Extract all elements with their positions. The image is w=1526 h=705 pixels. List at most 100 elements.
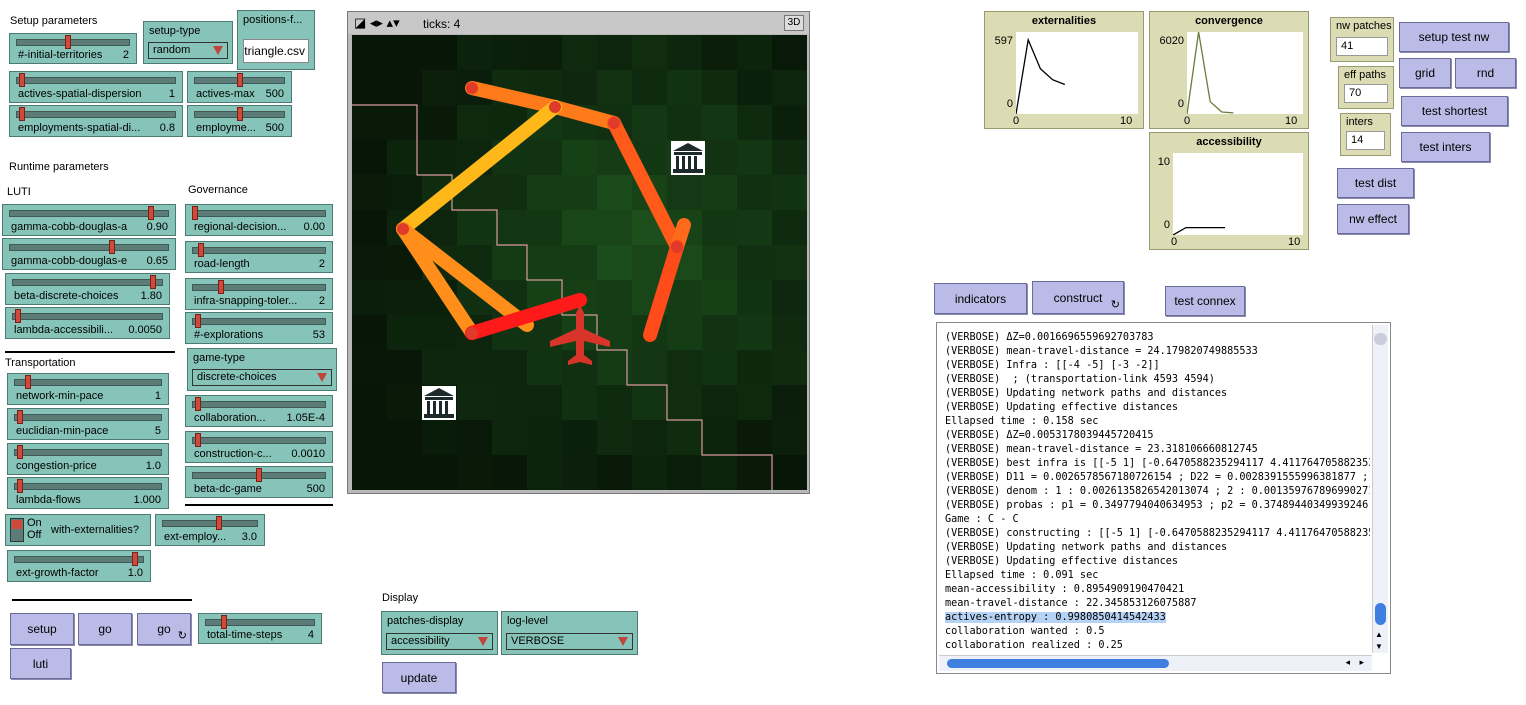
network-min-pace-slider[interactable]: network-min-pace 1: [7, 373, 169, 405]
slider-thumb[interactable]: [147, 206, 154, 220]
output-log[interactable]: (VERBOSE) ΔZ=0.0016696559692703783 (VERBO…: [936, 322, 1391, 674]
with-externalities-switch[interactable]: On Off with-externalities?: [5, 514, 151, 546]
patch: [702, 385, 738, 421]
slider-thumb[interactable]: [236, 73, 243, 87]
chooser-box[interactable]: discrete-choices: [192, 369, 332, 386]
slider-thumb[interactable]: [194, 314, 201, 328]
beta-dc-game-slider[interactable]: beta-dc-game 500: [185, 466, 333, 498]
positions-file-field[interactable]: triangle.csv: [243, 39, 309, 63]
scroll-right-arrow-icon[interactable]: ▸: [1359, 657, 1364, 668]
slider-thumb[interactable]: [149, 275, 156, 289]
employments-spatial-dispersion-slider[interactable]: employments-spatial-di... 0.8: [9, 105, 183, 137]
test-connex-button[interactable]: test connex: [1165, 286, 1245, 316]
slider-value: 0.00: [303, 221, 325, 233]
positions-file-input[interactable]: positions-f... triangle.csv: [237, 10, 315, 70]
initial-territories-slider[interactable]: #-initial-territories 2: [9, 33, 137, 64]
vertical-scrollbar[interactable]: ▲ ▼: [1372, 325, 1388, 653]
patch: [667, 455, 703, 491]
world-canvas[interactable]: [352, 35, 808, 491]
setup-type-chooser[interactable]: setup-type random: [143, 21, 233, 64]
slider-thumb[interactable]: [236, 107, 243, 121]
slider-thumb[interactable]: [194, 397, 201, 411]
three-d-button[interactable]: 3D: [784, 15, 804, 31]
test-dist-button[interactable]: test dist: [1337, 168, 1414, 198]
scroll-down-arrow-icon[interactable]: ▼: [1375, 642, 1383, 651]
actives-max-slider[interactable]: actives-max 500: [187, 71, 292, 103]
scroll-thumb[interactable]: [947, 659, 1169, 668]
update-button[interactable]: update: [382, 662, 456, 693]
slider-thumb[interactable]: [256, 468, 262, 482]
test-inters-button[interactable]: test inters: [1401, 132, 1490, 162]
rnd-button[interactable]: rnd: [1455, 58, 1516, 88]
plot-svg: [1186, 31, 1234, 115]
horizontal-scrollbar[interactable]: ◂ ▸: [939, 655, 1372, 671]
employments-max-slider[interactable]: employme... 500: [187, 105, 292, 137]
beta-discrete-choices-slider[interactable]: beta-discrete-choices 1.80: [5, 273, 170, 305]
setup-button[interactable]: setup: [10, 613, 74, 645]
scroll-left-arrow-icon[interactable]: ◂: [1345, 657, 1350, 668]
road-length-slider[interactable]: road-length 2: [185, 241, 333, 273]
slider-thumb[interactable]: [198, 243, 205, 257]
view-controls-icon[interactable]: ◪ ◂▸ ▴▾: [354, 15, 400, 31]
total-time-steps-slider[interactable]: total-time-steps 4: [198, 613, 322, 644]
lambda-accessibility-slider[interactable]: lambda-accessibili... 0.0050: [5, 307, 170, 339]
plot-ymin: 0: [1177, 98, 1184, 110]
slider-thumb[interactable]: [19, 73, 26, 87]
nw-effect-button[interactable]: nw effect: [1337, 204, 1409, 234]
slider-thumb[interactable]: [14, 309, 21, 323]
button-label: setup test nw: [1418, 30, 1490, 44]
chooser-box[interactable]: accessibility: [386, 633, 493, 650]
slider-thumb[interactable]: [16, 479, 23, 493]
chooser-title: game-type: [193, 352, 245, 364]
actives-spatial-dispersion-slider[interactable]: actives-spatial-dispersion 1: [9, 71, 183, 103]
test-shortest-button[interactable]: test shortest: [1401, 96, 1508, 126]
gamma-cobb-douglas-e-slider[interactable]: gamma-cobb-douglas-e 0.65: [2, 238, 176, 270]
scroll-thumb[interactable]: [1375, 603, 1386, 625]
slider-thumb[interactable]: [194, 433, 201, 447]
grid-button[interactable]: grid: [1399, 58, 1451, 88]
euclidian-min-pace-slider[interactable]: euclidian-min-pace 5: [7, 408, 169, 440]
slider-thumb[interactable]: [109, 240, 116, 254]
switch-track[interactable]: [10, 518, 24, 542]
ext-employ-slider[interactable]: ext-employ... 3.0: [155, 514, 265, 546]
slider-thumb[interactable]: [131, 552, 138, 566]
slider-thumb[interactable]: [216, 516, 222, 530]
luti-button[interactable]: luti: [10, 648, 71, 679]
congestion-price-slider[interactable]: congestion-price 1.0: [7, 443, 169, 475]
go-button[interactable]: go: [78, 613, 132, 645]
slider-thumb[interactable]: [64, 35, 71, 49]
patches-display-chooser[interactable]: patches-display accessibility: [381, 611, 498, 655]
patch: [352, 385, 388, 421]
slider-thumb[interactable]: [192, 206, 198, 220]
setup-test-nw-button[interactable]: setup test nw: [1399, 22, 1509, 52]
collaboration-slider[interactable]: collaboration... 1.05E-4: [185, 395, 333, 427]
patch: [702, 35, 738, 71]
infra-snapping-tolerance-slider[interactable]: infra-snapping-toler... 2: [185, 278, 333, 310]
explorations-slider[interactable]: #-explorations 53: [185, 312, 333, 344]
go-forever-button[interactable]: go ↻: [137, 613, 191, 645]
construct-button[interactable]: construct ↻: [1032, 281, 1124, 314]
switch-on-label: On: [27, 517, 42, 529]
slider-thumb[interactable]: [16, 410, 23, 424]
regional-decision-slider[interactable]: regional-decision... 0.00: [185, 204, 333, 236]
lambda-flows-slider[interactable]: lambda-flows 1.000: [7, 477, 169, 509]
slider-thumb[interactable]: [25, 375, 32, 389]
scroll-up-arrow-icon[interactable]: ▲: [1375, 630, 1383, 639]
patch: [702, 175, 738, 211]
slider-thumb[interactable]: [217, 280, 224, 294]
gamma-cobb-douglas-a-slider[interactable]: gamma-cobb-douglas-a 0.90: [2, 204, 176, 236]
patch: [667, 70, 703, 106]
slider-thumb[interactable]: [220, 615, 227, 629]
game-type-chooser[interactable]: game-type discrete-choices: [187, 348, 337, 391]
construction-cost-slider[interactable]: construction-c... 0.0010: [185, 431, 333, 463]
slider-thumb[interactable]: [16, 445, 23, 459]
view-toolbar: ◪ ◂▸ ▴▾ ticks: 4 3D: [348, 12, 809, 34]
ext-growth-factor-slider[interactable]: ext-growth-factor 1.0: [7, 550, 151, 582]
chooser-box[interactable]: random: [148, 42, 228, 59]
log-line: (VERBOSE) probas : p1 = 0.34977940406349…: [945, 500, 1369, 511]
chooser-box[interactable]: VERBOSE: [506, 633, 633, 650]
log-level-chooser[interactable]: log-level VERBOSE: [501, 611, 638, 655]
slider-thumb[interactable]: [19, 107, 26, 121]
indicators-button[interactable]: indicators: [934, 283, 1027, 314]
log-line: (VERBOSE) best infra is [[-5 1] [-0.6470…: [945, 458, 1370, 469]
